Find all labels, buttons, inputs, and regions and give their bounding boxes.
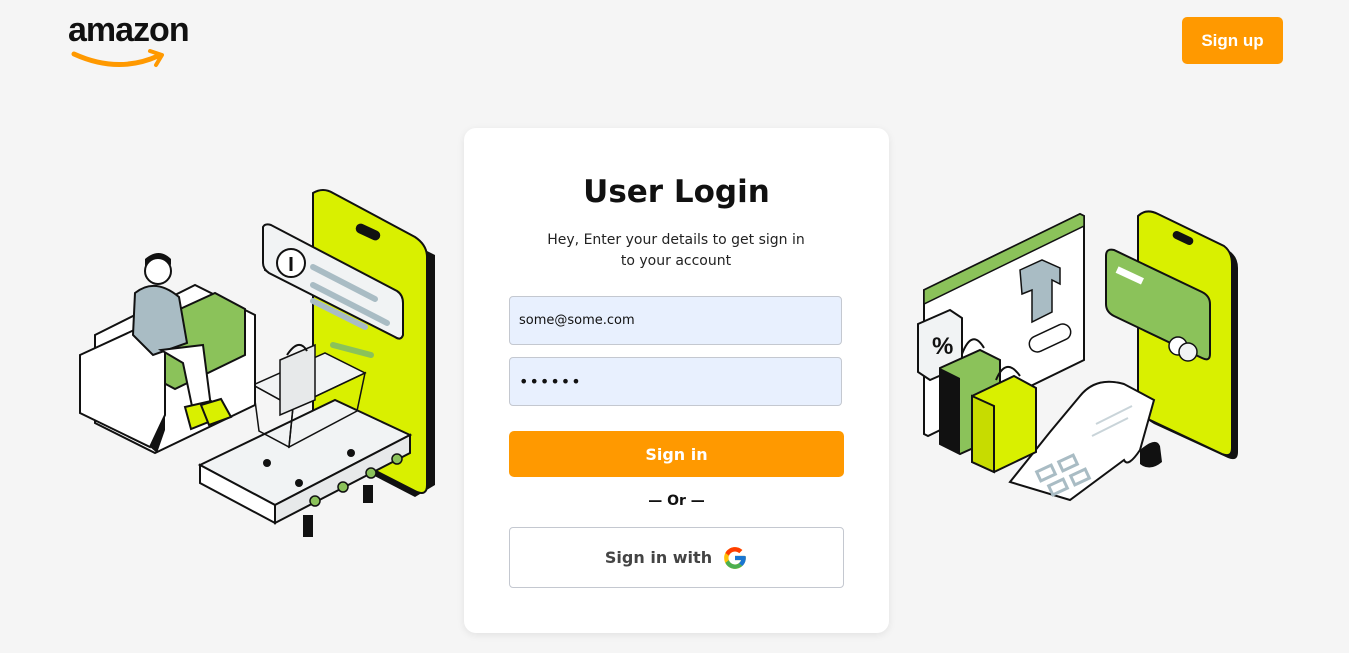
password-field[interactable] [509, 357, 842, 406]
svg-text:%: % [932, 333, 953, 360]
google-g-icon [724, 546, 746, 569]
logo-smile-icon [71, 49, 164, 67]
logo-text: amazon [68, 11, 190, 49]
login-subtitle-line2: to your account [620, 253, 732, 269]
sign-in-button[interactable]: Sign in [509, 431, 844, 477]
email-field[interactable] [509, 296, 842, 345]
login-card: User Login Hey, Enter your details to ge… [464, 128, 889, 633]
login-subtitle-line1: Hey, Enter your details to get sign in [547, 232, 805, 248]
amazon-logo[interactable]: amazon [68, 10, 218, 67]
page-title: User Login [583, 174, 770, 210]
google-sign-in-button[interactable]: Sign in with [509, 527, 844, 588]
or-divider: — Or — [648, 493, 705, 509]
google-sign-in-label: Sign in with [604, 548, 713, 567]
login-subtitle: Hey, Enter your details to get sign in t… [526, 230, 826, 272]
online-shopping-illustration: % [917, 210, 1238, 502]
signup-button[interactable]: Sign up [1182, 17, 1283, 64]
shopper-illustration [79, 189, 435, 537]
